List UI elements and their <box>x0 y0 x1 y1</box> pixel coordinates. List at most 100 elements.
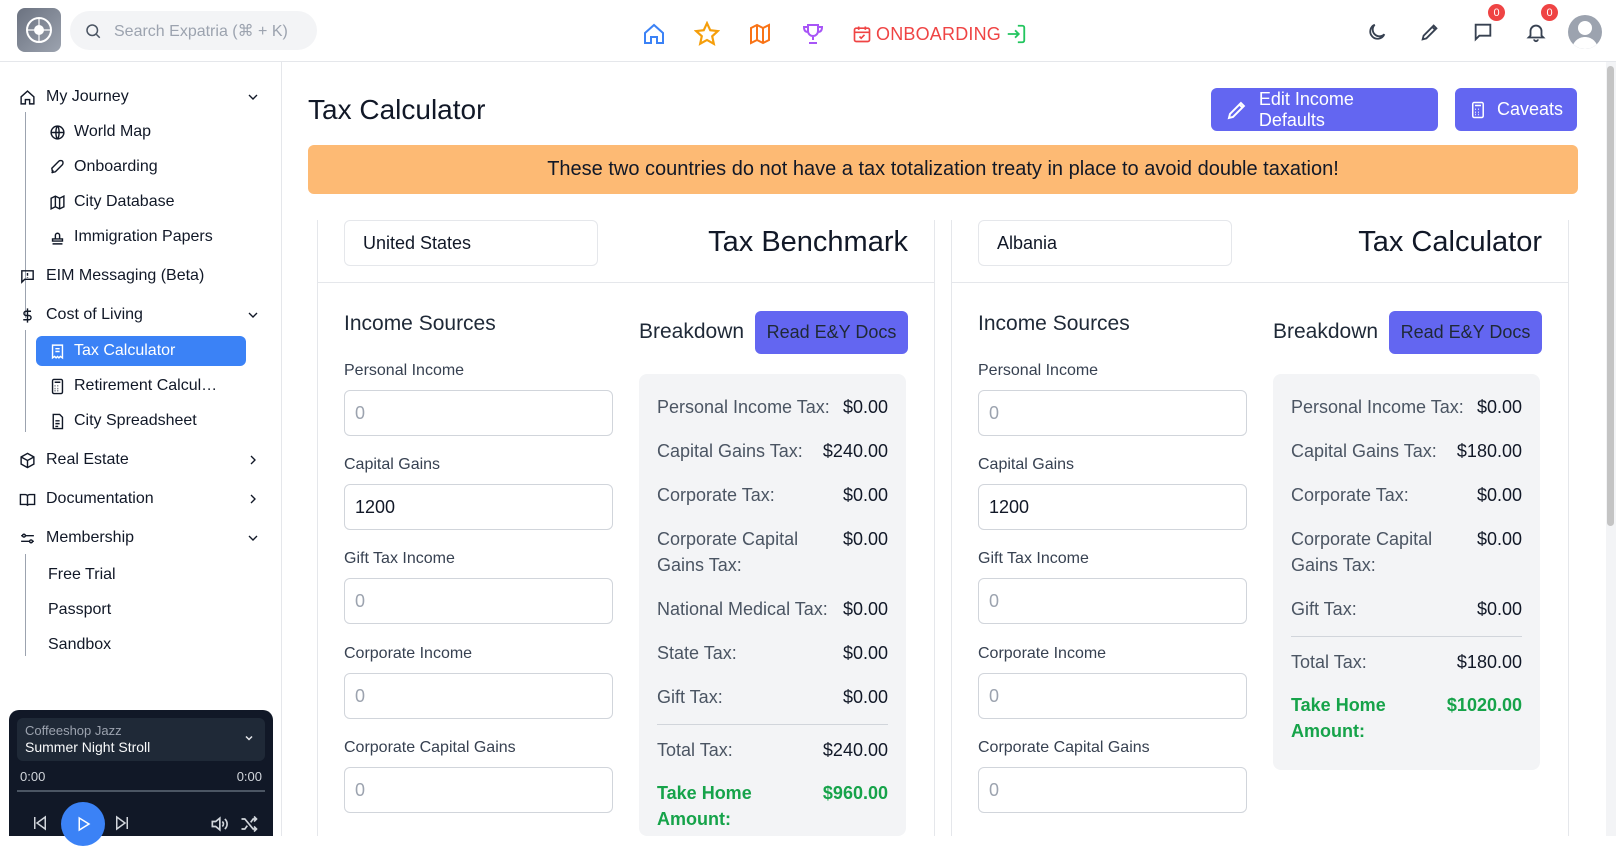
calculator-icon <box>48 377 66 395</box>
moon-icon[interactable] <box>1357 12 1397 52</box>
sidebar-item-passport[interactable]: Passport <box>48 595 111 625</box>
onboarding-link[interactable]: ONBOARDING <box>852 23 1027 45</box>
sidebar-item-city-spreadsheet[interactable]: City Spreadsheet <box>48 406 197 436</box>
chevron-right-icon[interactable] <box>245 452 261 468</box>
bell-icon[interactable]: 0 <box>1516 4 1558 52</box>
total-label: Total Tax: <box>1291 652 1367 672</box>
caveats-label: Caveats <box>1496 99 1563 119</box>
edit-income-defaults-button[interactable]: Edit Income Defaults <box>1211 88 1438 131</box>
sidebar-item-onboarding[interactable]: Onboarding <box>48 152 158 182</box>
calculator-icon <box>1471 101 1484 118</box>
breakdown-row: Capital Gains Tax: $180.00 <box>1291 438 1522 464</box>
star-icon[interactable] <box>689 16 725 52</box>
search-bar[interactable]: Search Expatria (⌘ + K) <box>70 11 317 50</box>
breakdown-value: $180.00 <box>1456 441 1522 461</box>
breakdown-value: $0.00 <box>842 485 888 505</box>
breakdown-value: $0.00 <box>842 397 888 417</box>
sidebar-item-free-trial[interactable]: Free Trial <box>48 560 116 590</box>
chevron-down-icon[interactable] <box>245 530 261 546</box>
sidebar-label: Cost of Living <box>46 306 143 323</box>
sidebar-item-eim-messaging[interactable]: EIM Messaging (Beta) <box>18 261 204 291</box>
sidebar-item-world-map[interactable]: World Map <box>48 117 151 147</box>
breakdown-label: Corporate Capital Gains Tax: <box>657 529 799 575</box>
breakdown-value: $0.00 <box>1476 485 1522 505</box>
sidebar-item-membership[interactable]: Membership <box>18 523 134 553</box>
personal-income-input[interactable]: 0 <box>978 390 1247 436</box>
chevron-down-icon[interactable] <box>245 307 261 323</box>
breakdown-label: State Tax: <box>657 643 737 663</box>
breakdown-label: National Medical Tax: <box>657 599 828 619</box>
breakdown-label: Corporate Tax: <box>1291 485 1409 505</box>
alerts-badge: 0 <box>1541 4 1558 21</box>
panel-title: Tax Benchmark <box>708 226 908 258</box>
breakdown-value: $0.00 <box>842 529 888 549</box>
breakdown-row: Corporate Tax: $0.00 <box>1291 482 1522 508</box>
chevron-down-icon <box>245 735 253 741</box>
messages-icon[interactable]: 0 <box>1463 4 1505 52</box>
breakdown-label: Capital Gains Tax: <box>1291 441 1437 461</box>
duration-time: 0:00 <box>236 769 262 784</box>
country-select[interactable]: United States <box>344 220 598 266</box>
volume-icon[interactable] <box>209 814 229 834</box>
breakdown-row: Corporate Capital Gains Tax: $0.00 <box>657 526 888 578</box>
play-button[interactable] <box>61 802 105 846</box>
breakdown-label: Personal Income Tax: <box>657 397 830 417</box>
country-select[interactable]: Albania <box>978 220 1232 266</box>
sidebar-item-city-database[interactable]: City Database <box>48 187 175 217</box>
home-icon[interactable] <box>636 16 672 52</box>
map-icon[interactable] <box>742 16 778 52</box>
breakdown-value: $0.00 <box>842 687 888 707</box>
read-ey-docs-button[interactable]: Read E&Y Docs <box>1389 311 1542 354</box>
scrollbar-thumb[interactable] <box>1607 66 1614 526</box>
capital-gains-input[interactable]: 1200 <box>344 484 613 530</box>
breakdown-value: $0.00 <box>842 643 888 663</box>
corporate-capital-gains-input[interactable]: 0 <box>978 767 1247 813</box>
track-selector[interactable]: Coffeeshop Jazz Summer Night Stroll <box>17 718 265 761</box>
breakdown-value: $0.00 <box>842 599 888 619</box>
pencil-icon[interactable] <box>1410 12 1450 52</box>
app-logo[interactable] <box>17 8 61 52</box>
user-avatar[interactable] <box>1568 15 1602 49</box>
search-icon <box>86 23 101 38</box>
sidebar-item-real-estate[interactable]: Real Estate <box>18 445 129 475</box>
chevron-down-icon[interactable] <box>245 89 261 105</box>
skip-forward-icon[interactable] <box>113 814 131 832</box>
sidebar-item-immigration-papers[interactable]: Immigration Papers <box>48 222 213 252</box>
sidebar-item-retirement-calculator[interactable]: Retirement Calcul… <box>48 371 217 401</box>
personal-income-input[interactable]: 0 <box>344 390 613 436</box>
capital-gains-input[interactable]: 1200 <box>978 484 1247 530</box>
sidebar-label: Onboarding <box>74 158 158 175</box>
shuffle-icon[interactable] <box>239 814 259 834</box>
track-genre: Coffeeshop Jazz <box>25 723 122 738</box>
income-sources-title: Income Sources <box>978 312 1130 335</box>
corporate-income-input[interactable]: 0 <box>978 673 1247 719</box>
stamp-icon <box>48 228 66 246</box>
field-label: Personal Income <box>978 362 1099 379</box>
breakdown-label: Gift Tax: <box>657 687 723 707</box>
sidebar-label: City Spreadsheet <box>74 412 197 429</box>
take-home-row: Take Home Amount: $960.00 <box>657 780 888 832</box>
sidebar-label: Tax Calculator <box>74 342 176 359</box>
gift-tax-income-input[interactable]: 0 <box>344 578 613 624</box>
sidebar-label: Documentation <box>46 490 154 507</box>
caveats-button[interactable]: Caveats <box>1455 88 1577 131</box>
breakdown-row: Gift Tax: $0.00 <box>1291 596 1522 622</box>
book-icon <box>18 490 36 508</box>
sidebar-item-sandbox[interactable]: Sandbox <box>48 630 111 660</box>
field-label: Capital Gains <box>978 456 1075 473</box>
sidebar-item-my-journey[interactable]: My Journey <box>18 82 129 112</box>
corporate-capital-gains-input[interactable]: 0 <box>344 767 613 813</box>
chevron-right-icon[interactable] <box>245 491 261 507</box>
gift-tax-income-input[interactable]: 0 <box>978 578 1247 624</box>
elapsed-time: 0:00 <box>20 769 46 784</box>
breakdown-row: Corporate Tax: $0.00 <box>657 482 888 508</box>
breakdown-row: National Medical Tax: $0.00 <box>657 596 888 622</box>
corporate-income-input[interactable]: 0 <box>344 673 613 719</box>
sidebar-item-tax-calculator[interactable]: Tax Calculator <box>36 336 246 366</box>
trophy-icon[interactable] <box>795 16 831 52</box>
skip-back-icon[interactable] <box>31 814 49 832</box>
sidebar-item-documentation[interactable]: Documentation <box>18 484 154 514</box>
top-nav: ONBOARDING <box>636 16 1027 52</box>
read-ey-docs-button[interactable]: Read E&Y Docs <box>755 311 908 354</box>
sidebar-item-cost-of-living[interactable]: Cost of Living <box>18 300 143 330</box>
